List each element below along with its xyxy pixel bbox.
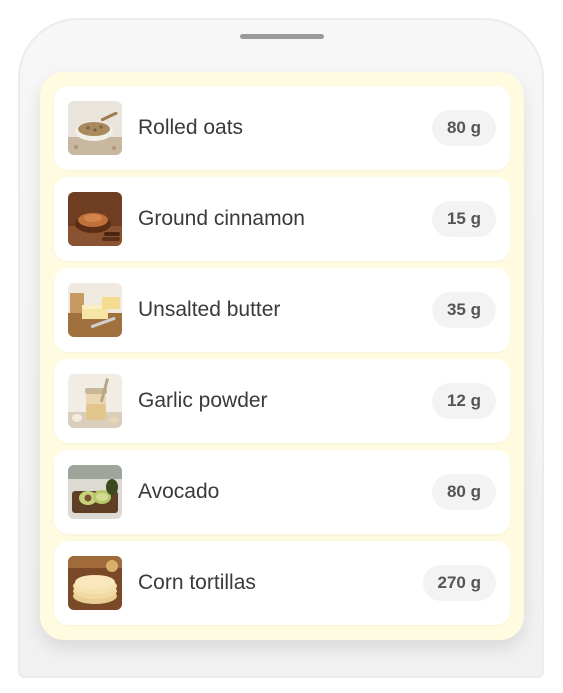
- quantity-badge: 80 g: [431, 110, 496, 146]
- oats-bowl-icon: [68, 101, 122, 155]
- ingredient-name: Garlic powder: [138, 389, 268, 412]
- avocado-icon: [68, 465, 122, 519]
- ingredients-card: Rolled oats 80 g Ground cinnamon 15 g Un…: [40, 72, 524, 640]
- quantity-badge: 35 g: [431, 292, 496, 328]
- ingredient-row-rolled-oats[interactable]: Rolled oats 80 g: [54, 86, 510, 170]
- ingredient-row-corn-tortillas[interactable]: Corn tortillas 270 g: [54, 541, 510, 625]
- garlic-powder-jar-icon: [68, 374, 122, 428]
- ingredient-row-ground-cinnamon[interactable]: Ground cinnamon 15 g: [54, 177, 510, 261]
- butter-icon: [68, 283, 122, 337]
- ingredient-name: Rolled oats: [138, 116, 244, 139]
- drag-handle[interactable]: [240, 34, 324, 39]
- ingredient-name: Ground cinnamon: [138, 207, 305, 230]
- ingredient-row-unsalted-butter[interactable]: Unsalted butter 35 g: [54, 268, 510, 352]
- cinnamon-bowl-icon: [68, 192, 122, 246]
- ingredients-list: Rolled oats 80 g Ground cinnamon 15 g Un…: [54, 86, 510, 632]
- ingredient-name: Unsalted butter: [138, 298, 281, 321]
- phone-frame: Rolled oats 80 g Ground cinnamon 15 g Un…: [18, 18, 544, 678]
- ingredient-row-avocado[interactable]: Avocado 80 g: [54, 450, 510, 534]
- ingredient-name: Corn tortillas: [138, 571, 256, 594]
- quantity-badge: 12 g: [431, 383, 496, 419]
- quantity-badge: 15 g: [431, 201, 496, 237]
- tortillas-icon: [68, 556, 122, 610]
- ingredient-row-garlic-powder[interactable]: Garlic powder 12 g: [54, 359, 510, 443]
- quantity-badge: 270 g: [422, 565, 496, 601]
- ingredient-name: Avocado: [138, 480, 220, 503]
- quantity-badge: 80 g: [431, 474, 496, 510]
